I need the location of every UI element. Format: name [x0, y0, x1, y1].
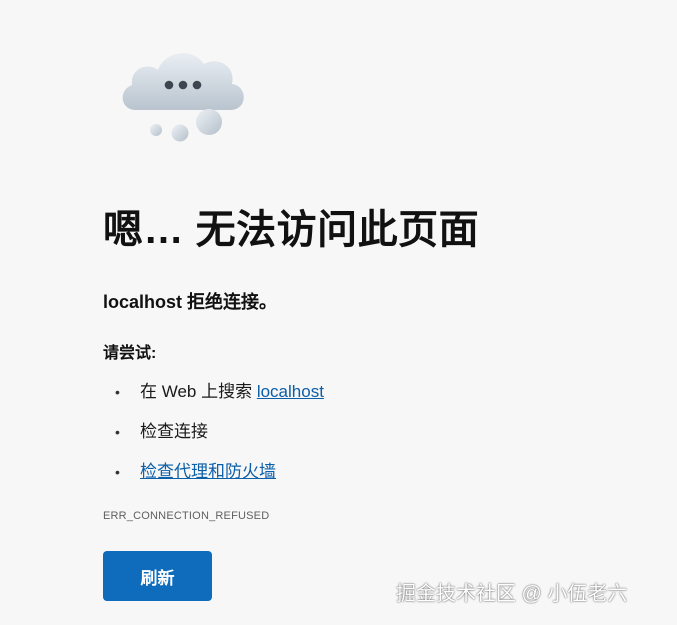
error-code: ERR_CONNECTION_REFUSED — [103, 510, 270, 522]
suggestion-text: 检查连接 — [140, 422, 208, 441]
suggestion-text: 在 Web 上搜索 — [140, 382, 257, 401]
watermark: 掘金技术社区 @ 小伍老六 — [396, 583, 628, 605]
error-page: 嗯… 无法访问此页面 localhost 拒绝连接。 请尝试: • 在 Web 上… — [0, 0, 677, 625]
refresh-button[interactable]: 刷新 — [103, 551, 212, 601]
bullet: • — [115, 424, 120, 440]
error-message-text: 拒绝连接。 — [182, 292, 278, 312]
suggestions-heading: 请尝试: — [103, 345, 157, 362]
suggestions-list: • 在 Web 上搜索 localhost • 检查连接 • 检查代理和防火墙 — [103, 376, 324, 496]
error-message: localhost 拒绝连接。 — [103, 288, 277, 314]
page-title: 嗯… 无法访问此页面 — [103, 208, 480, 252]
list-item: • 检查代理和防火墙 — [103, 456, 324, 496]
cloud-with-dots-icon — [122, 53, 244, 142]
list-item: • 在 Web 上搜索 localhost — [103, 376, 324, 416]
bullet: • — [115, 384, 120, 400]
bullet: • — [115, 464, 120, 480]
search-localhost-link[interactable]: localhost — [257, 382, 324, 401]
list-item: • 检查连接 — [103, 416, 324, 456]
check-proxy-firewall-link[interactable]: 检查代理和防火墙 — [140, 462, 276, 481]
host-name: localhost — [103, 292, 183, 312]
